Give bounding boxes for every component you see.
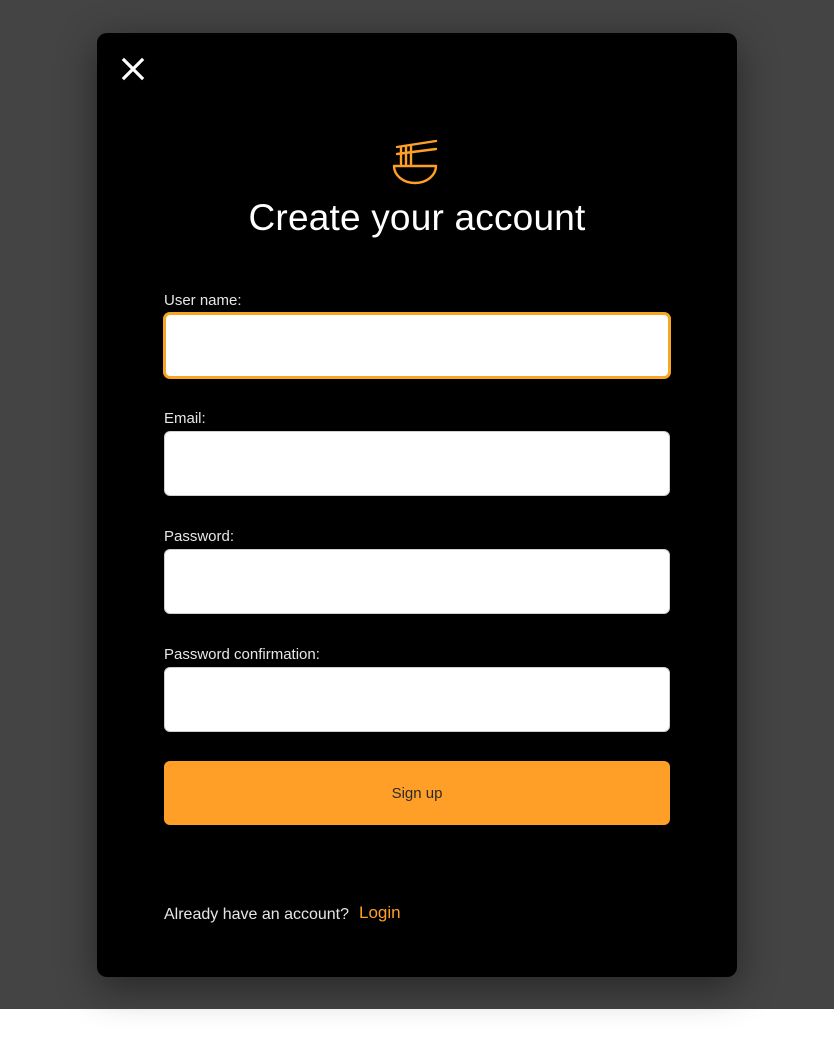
password-label: Password: [164,528,235,545]
email-input[interactable] [164,431,670,496]
noodle-bowl-icon [392,139,438,185]
close-icon [121,57,145,81]
password-confirmation-input[interactable] [164,667,670,732]
login-link[interactable]: Login [359,903,401,923]
password-input[interactable] [164,549,670,614]
page-title: Create your account [248,197,586,238]
sign-up-button[interactable]: Sign up [164,761,670,825]
email-label: Email: [164,410,206,427]
username-label: User name: [164,292,242,309]
username-input[interactable] [164,313,670,378]
signup-modal: Create your account User name: Email: Pa… [97,33,737,977]
close-button[interactable] [117,53,149,85]
already-have-account-text: Already have an account? [164,906,350,923]
password-confirmation-label: Password confirmation: [164,646,320,663]
